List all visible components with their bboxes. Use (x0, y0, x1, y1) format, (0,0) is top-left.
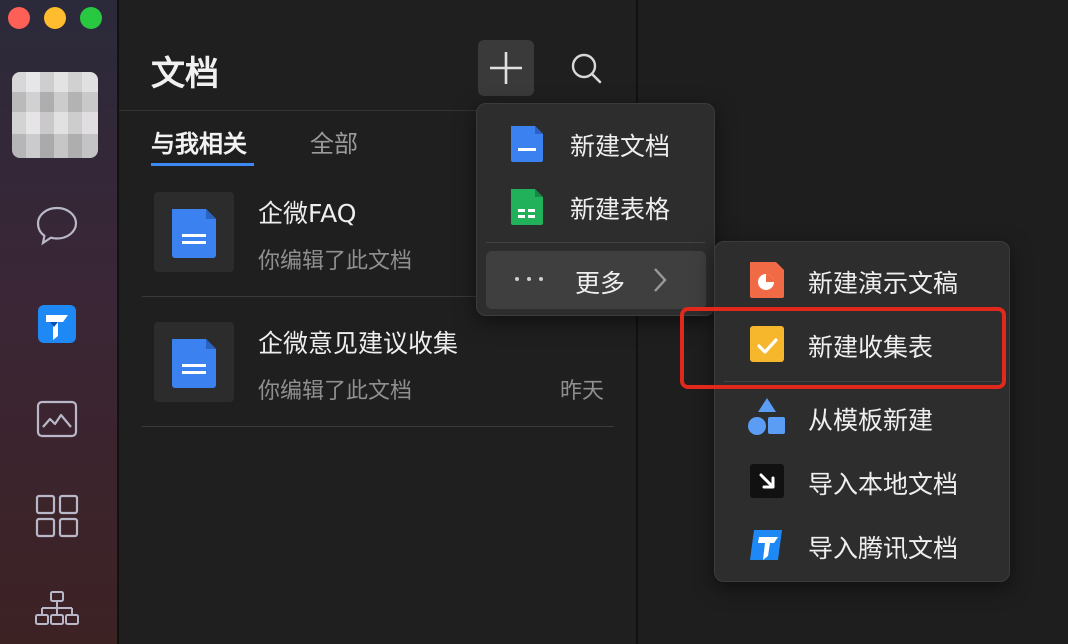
new-sheet-menu-item[interactable]: 新建表格 (477, 177, 714, 235)
more-submenu: 新建演示文稿 新建收集表 从模板新建 导入本地文档 导入腾讯文档 (714, 241, 1010, 582)
doc-subtitle: 你编辑了此文档 (258, 379, 413, 404)
doc-thumbnail (154, 192, 234, 272)
apps-grid-icon[interactable] (34, 493, 80, 539)
more-menu-item[interactable]: 更多 (486, 251, 706, 309)
menu-divider (486, 242, 705, 243)
minimize-window-button[interactable] (44, 7, 66, 29)
new-menu: 新建文档 新建表格 更多 (476, 103, 715, 316)
doc-icon (511, 126, 543, 162)
ellipsis-icon (515, 277, 543, 281)
import-tencent-menu-item[interactable]: 导入腾讯文档 (715, 515, 1009, 577)
template-icon (748, 398, 785, 435)
import-tencent-icon (750, 530, 782, 560)
menu-item-label: 导入腾讯文档 (808, 534, 959, 563)
doc-title: 企微FAQ (258, 199, 357, 228)
chevron-right-icon (654, 268, 667, 292)
page-title: 文档 (151, 54, 219, 94)
docs-panel: 文档 与我相关 全部 企微FAQ 你编辑了此文档 企微意见建议收集 你编辑了此文… (119, 0, 636, 644)
menu-item-label: 新建表格 (570, 195, 671, 224)
import-local-menu-item[interactable]: 导入本地文档 (715, 451, 1009, 513)
menu-item-label: 导入本地文档 (808, 470, 959, 499)
tencent-docs-icon[interactable] (34, 301, 80, 347)
close-window-button[interactable] (8, 7, 30, 29)
row-divider (142, 426, 614, 427)
avatar[interactable] (12, 72, 98, 158)
new-doc-button[interactable] (478, 40, 534, 96)
import-local-icon (750, 464, 784, 498)
panel-divider (636, 0, 638, 644)
tab-active-indicator (151, 163, 254, 166)
menu-item-label: 从模板新建 (808, 406, 934, 435)
doc-icon (172, 209, 216, 258)
new-slides-menu-item[interactable]: 新建演示文稿 (715, 250, 1009, 312)
sidebar (0, 0, 117, 644)
zoom-window-button[interactable] (80, 7, 102, 29)
menu-item-label: 更多 (575, 269, 626, 298)
search-icon[interactable] (566, 48, 606, 88)
sheet-icon (511, 189, 543, 225)
from-template-menu-item[interactable]: 从模板新建 (715, 387, 1009, 449)
org-chart-icon[interactable] (34, 590, 80, 636)
doc-icon (172, 339, 216, 388)
slides-icon (750, 262, 784, 298)
new-doc-menu-item[interactable]: 新建文档 (477, 114, 714, 172)
tab-related[interactable]: 与我相关 (151, 124, 247, 159)
menu-item-label: 新建文档 (570, 132, 671, 161)
list-item[interactable]: 企微意见建议收集 你编辑了此文档 昨天 (142, 310, 614, 440)
highlight-annotation (680, 307, 1006, 389)
menu-item-label: 新建演示文稿 (808, 269, 959, 298)
tab-all[interactable]: 全部 (310, 124, 358, 159)
chat-icon[interactable] (34, 203, 80, 249)
plus-icon (490, 52, 522, 84)
doc-thumbnail (154, 322, 234, 402)
doc-title: 企微意见建议收集 (258, 329, 459, 358)
doc-time: 昨天 (559, 379, 604, 404)
drive-icon[interactable] (34, 396, 80, 442)
doc-subtitle: 你编辑了此文档 (258, 249, 413, 274)
